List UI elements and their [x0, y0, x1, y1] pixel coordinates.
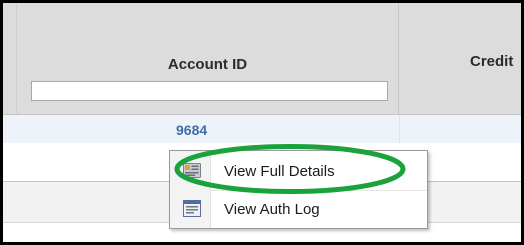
column-header-account-id[interactable]: Account ID — [16, 3, 399, 114]
screenshot-frame: Account ID Credit 9684 View Full Details… — [0, 0, 524, 245]
account-id-link[interactable]: 9684 — [176, 122, 207, 138]
table-row[interactable]: 9684 — [3, 115, 521, 143]
menu-item-label: View Auth Log — [224, 201, 320, 218]
column-title-account-id[interactable]: Account ID — [17, 56, 398, 73]
account-id-filter-input[interactable] — [31, 81, 388, 101]
menu-item-label: View Full Details — [224, 163, 335, 180]
column-title-credit[interactable]: Credit — [470, 53, 513, 70]
log-window-icon — [183, 200, 201, 217]
column-divider — [399, 115, 400, 143]
menu-item-view-full-details[interactable]: View Full Details — [170, 153, 427, 190]
context-menu: View Full Details View Auth Log — [169, 150, 428, 229]
grid-header-row: Account ID Credit — [3, 3, 521, 115]
details-card-icon — [183, 162, 201, 179]
menu-item-view-auth-log[interactable]: View Auth Log — [170, 191, 427, 228]
